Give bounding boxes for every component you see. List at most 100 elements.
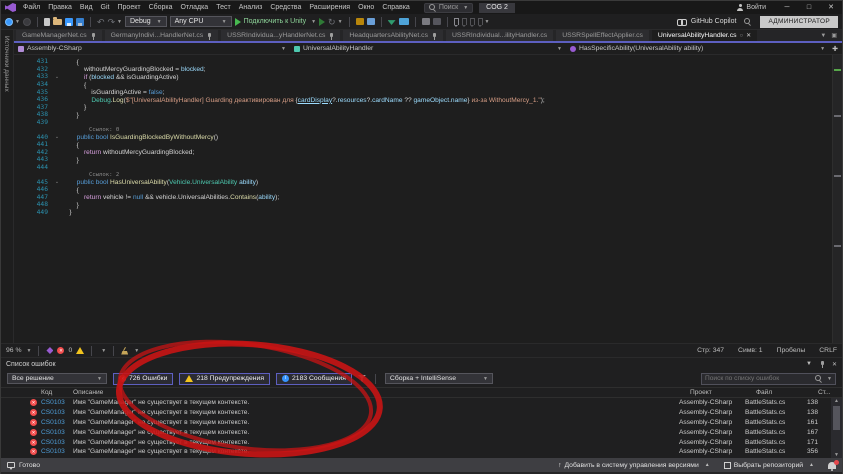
- window-position-icon[interactable]: ▼: [806, 361, 812, 367]
- platform-select[interactable]: Any CPU▼: [170, 16, 232, 27]
- feedback-button[interactable]: [744, 18, 751, 25]
- error-code-link[interactable]: CS0103: [41, 448, 73, 455]
- caret-column-indicator[interactable]: Симв: 1: [738, 347, 763, 354]
- messages-filter-button[interactable]: i 2183 Сообщения: [276, 373, 352, 385]
- column-file[interactable]: Файл: [756, 389, 818, 396]
- fold-chevron-icon[interactable]: ⌄: [52, 74, 62, 80]
- menu-item-Сборка[interactable]: Сборка: [145, 1, 177, 14]
- codelens-references[interactable]: Ссылок: 2: [62, 172, 119, 178]
- search-box[interactable]: Поиск ▼: [424, 3, 473, 13]
- menu-item-Расширения[interactable]: Расширения: [305, 1, 354, 14]
- configuration-select[interactable]: Debug▼: [125, 16, 167, 27]
- solution-explorer-button[interactable]: [367, 18, 375, 25]
- column-code[interactable]: Код: [41, 389, 73, 396]
- bookmark-clear-button[interactable]: ▼: [478, 18, 490, 25]
- notifications-button[interactable]: [828, 462, 836, 469]
- menu-item-Средства[interactable]: Средства: [266, 1, 305, 14]
- close-button[interactable]: ✕: [820, 1, 842, 14]
- pin-icon[interactable]: [206, 32, 212, 40]
- menu-item-Проект[interactable]: Проект: [114, 1, 145, 14]
- code-editor[interactable]: 431 {432 withoutMercyGuardingBlocked = b…: [14, 55, 842, 343]
- scroll-up-icon[interactable]: ▲: [834, 398, 839, 404]
- codelens-references[interactable]: Ссылок: 0: [62, 127, 119, 133]
- zoom-select[interactable]: 96 % ▼: [6, 347, 31, 354]
- sign-in-button[interactable]: Войти: [737, 4, 766, 11]
- pin-icon[interactable]: [328, 32, 334, 40]
- code-line[interactable]: 444: [14, 164, 832, 172]
- scrollbar-thumb[interactable]: [833, 406, 840, 430]
- type-dropdown[interactable]: UniversalAbilityHandler ▼: [290, 43, 566, 54]
- redo-button[interactable]: ↷▼: [108, 18, 123, 26]
- tab-UniversalAbilityHandler.cs[interactable]: UniversalAbilityHandler.cs○✕: [652, 30, 757, 41]
- errors-filter-button[interactable]: ✕ 726 Ошибки: [113, 373, 173, 385]
- split-editor-icon[interactable]: ✚: [832, 45, 838, 53]
- source-filter-select[interactable]: Сборка + IntelliSense ▼: [385, 373, 493, 384]
- menu-item-Тест[interactable]: Тест: [212, 1, 234, 14]
- copilot-button[interactable]: GitHub Copilot: [677, 18, 737, 25]
- code-line[interactable]: 442 return withoutMercyGuardingBlocked;: [14, 149, 832, 157]
- menu-item-Окно[interactable]: Окно: [354, 1, 378, 14]
- code-line[interactable]: 443 }: [14, 156, 832, 164]
- bookmark-next-button[interactable]: [470, 18, 475, 25]
- uncomment-button[interactable]: [433, 18, 441, 25]
- error-code-link[interactable]: CS0103: [41, 429, 73, 436]
- comment-button[interactable]: [422, 18, 430, 25]
- restart-button[interactable]: ↻▼: [328, 18, 343, 26]
- menu-item-Справка[interactable]: Справка: [378, 1, 413, 14]
- error-row[interactable]: ✕CS0103Имя "GameManager" не существует в…: [1, 437, 831, 447]
- error-code-link[interactable]: CS0103: [41, 439, 73, 446]
- open-file-button[interactable]: [53, 19, 62, 25]
- package-restore-button[interactable]: [388, 18, 396, 25]
- codelens-health-icon[interactable]: [46, 347, 53, 354]
- member-dropdown[interactable]: HasSpecificAbility(UniversalAbility abil…: [566, 43, 842, 54]
- tab-GameManagerNet.cs[interactable]: GameManagerNet.cs: [16, 30, 102, 41]
- code-line[interactable]: 448 }: [14, 201, 832, 209]
- code-line[interactable]: 433⌄ if (blocked && isGuardingActive): [14, 73, 832, 81]
- fold-chevron-icon[interactable]: ⌄: [52, 134, 62, 140]
- minimize-button[interactable]: ─: [776, 1, 798, 14]
- save-all-button[interactable]: [76, 18, 84, 26]
- float-icon[interactable]: ▣: [831, 32, 837, 39]
- tab-USSRIndividual...ilityHandler.cs[interactable]: USSRIndividual...ilityHandler.cs: [446, 30, 553, 41]
- code-line[interactable]: 445⌄ public bool HasUniversalAbility(Veh…: [14, 178, 832, 186]
- document-error-icon[interactable]: ✕: [57, 347, 64, 354]
- pin-icon[interactable]: [90, 32, 96, 40]
- warnings-filter-button[interactable]: 218 Предупреждения: [179, 373, 270, 385]
- menu-item-Отладка[interactable]: Отладка: [177, 1, 213, 14]
- scroll-down-icon[interactable]: ▼: [834, 452, 839, 458]
- select-repository-button[interactable]: Выбрать репозиторий ▲: [724, 462, 814, 469]
- error-row[interactable]: ✕CS0103Имя "GameManager" не существует в…: [1, 398, 831, 408]
- maximize-button[interactable]: □: [798, 1, 820, 14]
- error-row[interactable]: ✕CS0103Имя "GameManager" не существует в…: [1, 447, 831, 457]
- data-sources-tab[interactable]: Источники данных: [3, 30, 10, 92]
- column-line[interactable]: Ст...: [818, 389, 842, 396]
- menu-item-Вид[interactable]: Вид: [76, 1, 97, 14]
- tab-HeadquartersAbilityNet.cs[interactable]: HeadquartersAbilityNet.cs: [343, 30, 443, 41]
- error-search-box[interactable]: ▼: [701, 373, 836, 385]
- code-line[interactable]: 439: [14, 119, 832, 127]
- error-row[interactable]: ✕CS0103Имя "GameManager" не существует в…: [1, 418, 831, 428]
- code-line[interactable]: 436 Debug.Log($"[UniversalAbilityHandler…: [14, 96, 832, 104]
- pin-icon[interactable]: [431, 32, 437, 40]
- code-line[interactable]: 449 }: [14, 209, 832, 217]
- code-cleanup-broom-icon[interactable]: [121, 347, 128, 355]
- menu-item-Git[interactable]: Git: [97, 1, 114, 14]
- line-ending-indicator[interactable]: CRLF: [819, 347, 837, 354]
- new-file-button[interactable]: [44, 18, 50, 26]
- attach-process-button[interactable]: [399, 18, 409, 25]
- save-button[interactable]: [65, 18, 73, 26]
- error-code-link[interactable]: CS0103: [41, 419, 73, 426]
- tab-USSRIndividua...yHandlerNet.cs[interactable]: USSRIndividua...yHandlerNet.cs: [221, 30, 340, 41]
- error-code-link[interactable]: CS0103: [41, 409, 73, 416]
- document-warning-icon[interactable]: [76, 347, 84, 354]
- column-description[interactable]: Описание: [73, 389, 690, 396]
- start-without-debugging-button[interactable]: [319, 18, 325, 26]
- indentation-indicator[interactable]: Пробелы: [777, 347, 806, 354]
- filter-funnel-icon[interactable]: [358, 375, 366, 382]
- menu-item-Файл[interactable]: Файл: [19, 1, 44, 14]
- code-line[interactable]: 447 return vehicle != null && vehicle.Un…: [14, 194, 832, 202]
- column-project[interactable]: Проект: [690, 389, 756, 396]
- history-button[interactable]: [23, 18, 31, 26]
- feedback-smiley-icon[interactable]: [7, 462, 15, 468]
- error-list-scrollbar[interactable]: ▲ ▼: [831, 398, 842, 458]
